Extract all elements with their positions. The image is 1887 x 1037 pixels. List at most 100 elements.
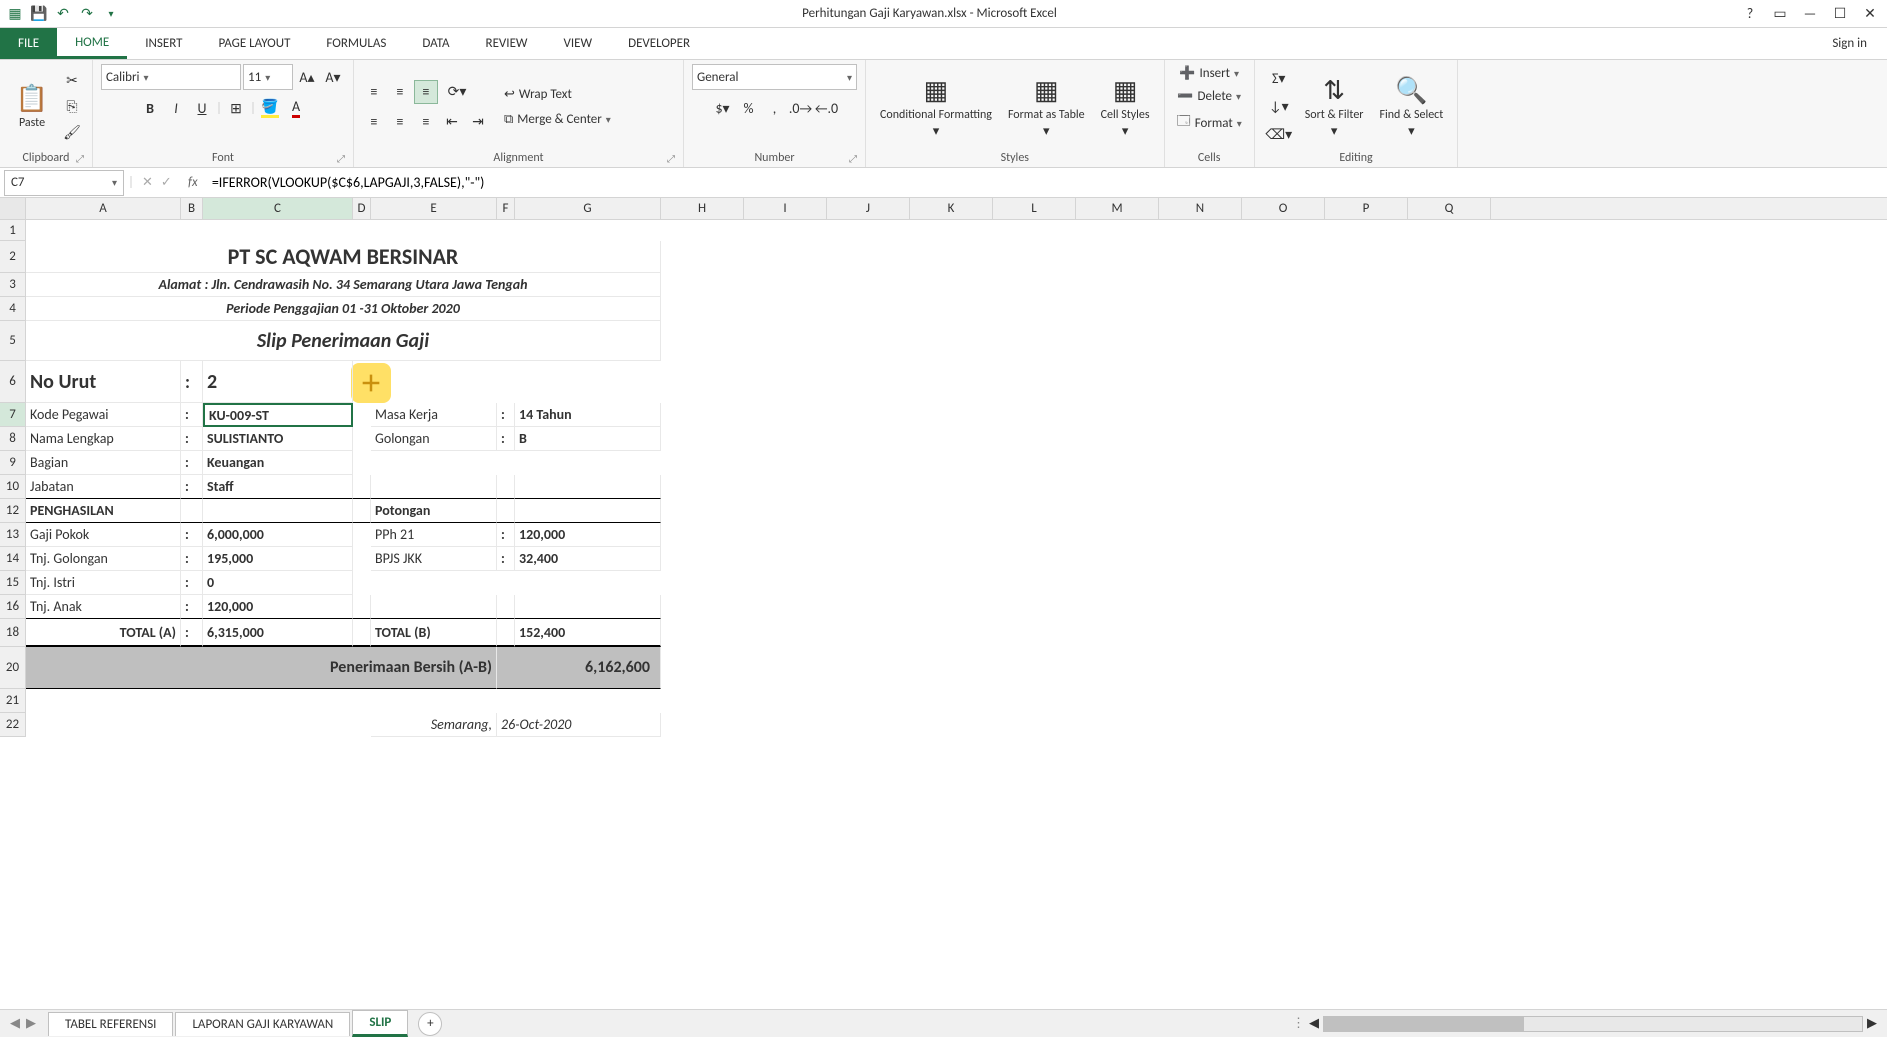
qat-custom-icon[interactable]: ▾: [100, 3, 122, 25]
borders-button[interactable]: ⊞: [224, 96, 248, 120]
format-as-table-button[interactable]: ▦Format as Table▾: [1002, 72, 1091, 141]
align-top-icon[interactable]: ≡: [362, 80, 386, 104]
row-header-15[interactable]: 15: [0, 571, 26, 595]
cell-styles-button[interactable]: ▦Cell Styles▾: [1095, 72, 1156, 141]
orientation-icon[interactable]: ⟳▾: [440, 80, 474, 104]
row-header-12[interactable]: 12: [0, 499, 26, 523]
cell-B15[interactable]: :: [181, 571, 203, 595]
align-middle-icon[interactable]: ≡: [388, 80, 412, 104]
cell-A14[interactable]: Tnj. Golongan: [26, 547, 181, 571]
cell-G10[interactable]: [515, 475, 661, 499]
cell-F13[interactable]: :: [497, 523, 515, 547]
cell-E14[interactable]: BPJS JKK: [371, 547, 497, 571]
col-header-f[interactable]: F: [497, 198, 515, 219]
col-header-n[interactable]: N: [1159, 198, 1242, 219]
cell-F20[interactable]: 6,162,600: [497, 647, 661, 689]
cell-B8[interactable]: :: [181, 427, 203, 451]
redo-icon[interactable]: ↷: [76, 3, 98, 25]
col-header-l[interactable]: L: [993, 198, 1076, 219]
cell-A7[interactable]: Kode Pegawai: [26, 403, 181, 427]
decrease-indent-icon[interactable]: ⇤: [440, 110, 464, 134]
cell-B12[interactable]: [181, 499, 203, 523]
cell-F12[interactable]: [497, 499, 515, 523]
tab-data[interactable]: DATA: [404, 28, 467, 59]
row-header-10[interactable]: 10: [0, 475, 26, 499]
cell-A9[interactable]: Bagian: [26, 451, 181, 475]
format-painter-icon[interactable]: 🖌: [60, 121, 84, 145]
row-header-13[interactable]: 13: [0, 523, 26, 547]
tab-formulas[interactable]: FORMULAS: [308, 28, 404, 59]
bold-button[interactable]: B: [138, 96, 162, 120]
hscroll-left-icon[interactable]: ◀: [1309, 1016, 1319, 1031]
col-header-i[interactable]: I: [744, 198, 827, 219]
percent-icon[interactable]: %: [737, 96, 761, 120]
delete-cells-button[interactable]: ➖Delete▾: [1173, 87, 1245, 106]
cell-A15[interactable]: Tnj. Istri: [26, 571, 181, 595]
clipboard-launcher-icon[interactable]: ⤢: [76, 152, 84, 165]
row-header-2[interactable]: 2: [0, 241, 26, 273]
row-header-16[interactable]: 16: [0, 595, 26, 619]
cell-B7[interactable]: :: [181, 403, 203, 427]
row-header-21[interactable]: 21: [0, 689, 26, 713]
col-header-d[interactable]: D: [353, 198, 371, 219]
col-header-g[interactable]: G: [515, 198, 661, 219]
cell-B14[interactable]: :: [181, 547, 203, 571]
cell-C8[interactable]: SULISTIANTO: [203, 427, 353, 451]
autosum-icon[interactable]: Σ▾: [1263, 67, 1295, 91]
tab-view[interactable]: VIEW: [546, 28, 611, 59]
row-header-1[interactable]: 1: [0, 220, 26, 241]
align-left-icon[interactable]: ≡: [362, 110, 386, 134]
font-launcher-icon[interactable]: ⤢: [337, 152, 345, 165]
cell-A4[interactable]: Periode Penggajian 01 -31 Oktober 2020: [26, 297, 661, 321]
cell-A10[interactable]: Jabatan: [26, 475, 181, 499]
cell-A20[interactable]: Penerimaan Bersih (A-B): [26, 647, 497, 689]
tab-scroll-right-icon[interactable]: ▶: [26, 1016, 36, 1031]
horizontal-scrollbar[interactable]: [1323, 1016, 1863, 1032]
cell-G16[interactable]: [515, 595, 661, 619]
cell-B13[interactable]: :: [181, 523, 203, 547]
cell-E22[interactable]: Semarang,: [371, 713, 497, 737]
row-header-4[interactable]: 4: [0, 297, 26, 321]
cell-G7[interactable]: 14 Tahun: [515, 403, 661, 427]
close-icon[interactable]: ✕: [1857, 3, 1883, 25]
cell-A8[interactable]: Nama Lengkap: [26, 427, 181, 451]
cell-E10[interactable]: [371, 475, 497, 499]
cell-B16[interactable]: :: [181, 595, 203, 619]
fx-icon[interactable]: fx: [180, 175, 206, 190]
increase-font-icon[interactable]: A▴: [295, 65, 319, 89]
col-header-j[interactable]: J: [827, 198, 910, 219]
cell-A2[interactable]: PT SC AQWAM BERSINAR: [26, 241, 661, 273]
row-header-18[interactable]: 18: [0, 619, 26, 647]
cell-E12[interactable]: Potongan: [371, 499, 497, 523]
row-header-5[interactable]: 5: [0, 321, 26, 361]
col-header-k[interactable]: K: [910, 198, 993, 219]
font-size-select[interactable]: 11▾: [243, 64, 293, 90]
font-color-button[interactable]: A: [284, 96, 308, 120]
name-box[interactable]: C7▾: [4, 170, 124, 196]
number-format-select[interactable]: General▾: [692, 64, 857, 90]
cell-A12[interactable]: PENGHASILAN: [26, 499, 181, 523]
col-header-b[interactable]: B: [181, 198, 203, 219]
cell-E7[interactable]: Masa Kerja: [371, 403, 497, 427]
underline-button[interactable]: U: [190, 96, 214, 120]
cell-C12[interactable]: [203, 499, 353, 523]
tab-home[interactable]: HOME: [57, 28, 127, 59]
wrap-text-button[interactable]: ↩Wrap Text: [500, 85, 615, 104]
tab-scroll-left-icon[interactable]: ◀: [10, 1016, 20, 1031]
cell-D16[interactable]: [353, 595, 371, 619]
col-header-q[interactable]: Q: [1408, 198, 1491, 219]
row-header-14[interactable]: 14: [0, 547, 26, 571]
row-header-20[interactable]: 20: [0, 647, 26, 689]
row-header-22[interactable]: 22: [0, 713, 26, 737]
cell-A6[interactable]: No Urut: [26, 361, 181, 403]
cell-B6[interactable]: :: [181, 361, 203, 403]
cell-F22[interactable]: 26-Oct-2020: [497, 713, 661, 737]
maximize-icon[interactable]: ☐: [1827, 3, 1853, 25]
tab-page-layout[interactable]: PAGE LAYOUT: [201, 28, 309, 59]
col-header-c[interactable]: C: [203, 198, 353, 219]
tab-review[interactable]: REVIEW: [468, 28, 546, 59]
help-icon[interactable]: ?: [1737, 3, 1763, 25]
cell-D10[interactable]: [353, 475, 371, 499]
tab-developer[interactable]: DEVELOPER: [610, 28, 708, 59]
cell-F7[interactable]: :: [497, 403, 515, 427]
